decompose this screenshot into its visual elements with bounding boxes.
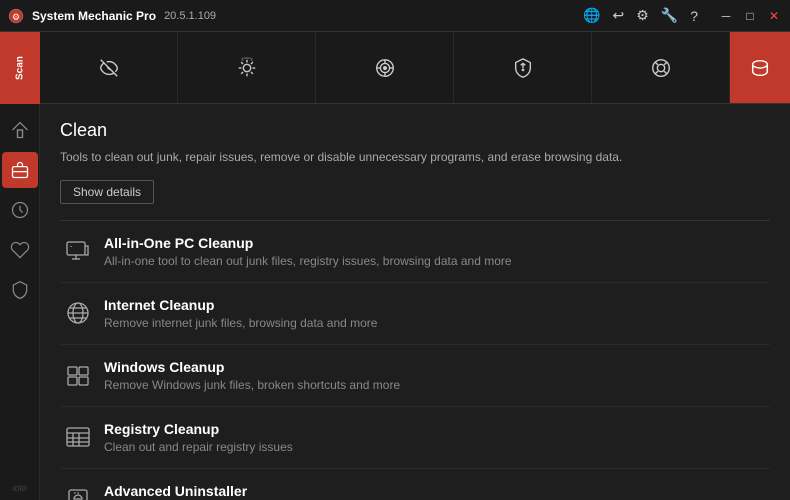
titlebar: ⚙ System Mechanic Pro 20.5.1.109 🌐 ↩ ⚙ 🔧… — [0, 0, 790, 32]
security-shield-icon — [10, 280, 30, 300]
help-icon[interactable]: ? — [690, 8, 698, 24]
tool-desc-registry: Clean out and repair registry issues — [104, 440, 766, 454]
tool-text-all-in-one: All-in-One PC Cleanup All-in-one tool to… — [104, 235, 766, 268]
svg-text:⚙: ⚙ — [12, 12, 20, 22]
undo-icon[interactable]: ↩ — [612, 7, 624, 24]
iolo-logo: iolo — [12, 483, 26, 493]
lifebuoy-icon — [650, 57, 672, 79]
footer-area: iolo — [12, 478, 26, 496]
toolbar-item-dashboard[interactable] — [40, 32, 178, 103]
drum-icon — [749, 57, 771, 79]
uninstaller-icon — [64, 485, 92, 500]
shield-power-icon — [512, 57, 534, 79]
repair-icon — [236, 57, 258, 79]
sidebar-item-health[interactable] — [2, 232, 38, 268]
heart-icon — [10, 240, 30, 260]
tool-desc-windows: Remove Windows junk files, broken shortc… — [104, 378, 766, 392]
content-inner: Clean Tools to clean out junk, repair is… — [40, 104, 790, 500]
tool-text-internet: Internet Cleanup Remove internet junk fi… — [104, 297, 766, 330]
tool-name-all-in-one: All-in-One PC Cleanup — [104, 235, 766, 251]
toolbar-item-shield[interactable] — [454, 32, 592, 103]
maximize-button[interactable]: □ — [742, 8, 758, 24]
toolbar: Scan — [0, 32, 790, 104]
app-icon: ⚙ — [8, 8, 24, 24]
toolbar-item-repair[interactable] — [178, 32, 316, 103]
main-layout: iolo Clean Tools to clean out junk, repa… — [0, 104, 790, 500]
clock-icon — [10, 200, 30, 220]
tool-desc-all-in-one: All-in-one tool to clean out junk files,… — [104, 254, 766, 268]
window-controls: ─ □ ✕ — [718, 8, 782, 24]
sidebar-item-clean[interactable] — [2, 152, 38, 188]
app-version: 20.5.1.109 — [164, 10, 216, 22]
settings-icon[interactable]: ⚙ — [636, 7, 649, 24]
toolbar-item-target[interactable] — [316, 32, 454, 103]
internet-cleanup-icon — [64, 299, 92, 327]
tool-item-uninstaller[interactable]: Advanced Uninstaller Remove installed pr… — [60, 469, 770, 500]
titlebar-right: 🌐 ↩ ⚙ 🔧 ? ─ □ ✕ — [583, 7, 782, 24]
sidebar-item-history[interactable] — [2, 192, 38, 228]
wrench-icon[interactable]: 🔧 — [661, 7, 678, 24]
sidebar: iolo — [0, 104, 40, 500]
tool-name-internet: Internet Cleanup — [104, 297, 766, 313]
tool-list: All-in-One PC Cleanup All-in-one tool to… — [60, 220, 770, 500]
tool-item-all-in-one[interactable]: All-in-One PC Cleanup All-in-one tool to… — [60, 221, 770, 283]
home-icon — [10, 120, 30, 140]
registry-cleanup-icon — [64, 423, 92, 451]
tool-item-registry[interactable]: Registry Cleanup Clean out and repair re… — [60, 407, 770, 469]
tool-item-windows[interactable]: Windows Cleanup Remove Windows junk file… — [60, 345, 770, 407]
globe-icon[interactable]: 🌐 — [583, 7, 600, 24]
page-description: Tools to clean out junk, repair issues, … — [60, 149, 770, 166]
tool-text-windows: Windows Cleanup Remove Windows junk file… — [104, 359, 766, 392]
toolbar-item-support[interactable] — [592, 32, 730, 103]
show-details-button[interactable]: Show details — [60, 180, 154, 204]
tool-name-windows: Windows Cleanup — [104, 359, 766, 375]
toolbar-item-drum[interactable] — [730, 32, 790, 103]
tool-text-registry: Registry Cleanup Clean out and repair re… — [104, 421, 766, 454]
tool-item-internet[interactable]: Internet Cleanup Remove internet junk fi… — [60, 283, 770, 345]
sidebar-item-home[interactable] — [2, 112, 38, 148]
close-button[interactable]: ✕ — [766, 8, 782, 24]
eye-slash-icon — [98, 57, 120, 79]
content-area: Clean Tools to clean out junk, repair is… — [40, 104, 790, 500]
tool-name-registry: Registry Cleanup — [104, 421, 766, 437]
minimize-button[interactable]: ─ — [718, 8, 734, 24]
tool-desc-internet: Remove internet junk files, browsing dat… — [104, 316, 766, 330]
page-title: Clean — [60, 120, 770, 141]
pc-cleanup-icon — [64, 237, 92, 265]
titlebar-left: ⚙ System Mechanic Pro 20.5.1.109 — [8, 8, 216, 24]
toolbar-items — [40, 32, 730, 103]
briefcase-icon — [10, 160, 30, 180]
scan-button[interactable]: Scan — [0, 32, 40, 104]
tool-text-uninstaller: Advanced Uninstaller Remove installed pr… — [104, 483, 766, 500]
app-title: System Mechanic Pro — [32, 9, 156, 23]
sidebar-item-security[interactable] — [2, 272, 38, 308]
tool-name-uninstaller: Advanced Uninstaller — [104, 483, 766, 499]
windows-cleanup-icon — [64, 361, 92, 389]
target-icon — [374, 57, 396, 79]
